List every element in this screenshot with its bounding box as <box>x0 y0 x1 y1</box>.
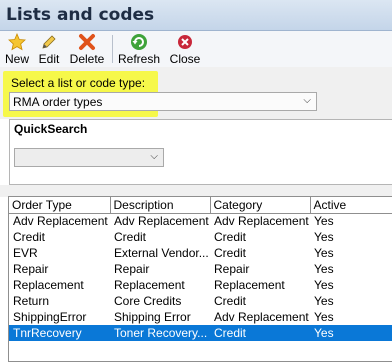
type-select-label: Select a list or code type: <box>11 76 146 90</box>
chevron-down-icon: ⌵ <box>150 151 158 162</box>
table-row[interactable]: TnrRecovery Toner Recovery... Credit Yes <box>9 325 392 341</box>
table-row[interactable]: EVR External Vendor... Credit Yes <box>9 245 392 261</box>
column-header-category[interactable]: Category <box>210 197 311 214</box>
codes-grid[interactable]: Order Type Description Category Active A… <box>8 196 392 362</box>
cell-category: Adv Replacement <box>214 310 309 324</box>
codes-table: Order Type Description Category Active A… <box>9 197 392 341</box>
cell-category: Credit <box>214 246 247 260</box>
cell-category: Repair <box>214 262 250 276</box>
cell-category: Credit <box>214 294 247 308</box>
edit-label: Edit <box>38 52 60 66</box>
close-button[interactable]: Close <box>168 33 202 66</box>
toolbar-separator <box>112 35 113 63</box>
cell-category: Credit <box>214 230 247 244</box>
table-row[interactable]: Adv Replacement Adv Replacement Adv Replac… <box>9 213 392 229</box>
cell-description: Adv Replacement <box>114 214 209 229</box>
star-icon <box>2 33 32 51</box>
refresh-button[interactable]: Refresh <box>118 33 161 66</box>
refresh-label: Refresh <box>118 52 161 66</box>
cell-active: Yes <box>314 294 334 308</box>
table-row[interactable]: Replacement Replacement Replacement Yes <box>9 277 392 293</box>
cell-order-type: ShippingError <box>13 310 87 324</box>
cell-category: Replacement <box>214 278 285 292</box>
cell-active: Yes <box>314 278 334 292</box>
list-type-dropdown[interactable]: RMA order types ⌵ <box>9 92 317 111</box>
cell-order-type: Replacement <box>13 278 84 292</box>
refresh-icon <box>118 33 160 51</box>
table-row[interactable]: Credit Credit Credit Yes <box>9 229 392 245</box>
table-row[interactable]: Return Core Credits Credit Yes <box>9 293 392 309</box>
cell-description: External Vendor... <box>114 246 209 260</box>
pencil-icon <box>36 33 62 51</box>
cell-category: Adv Replacement <box>214 214 309 229</box>
cell-order-type: Repair <box>13 262 49 276</box>
cell-description: Shipping Error <box>114 310 191 324</box>
list-type-value: RMA order types <box>13 95 103 109</box>
title-bar: Lists and codes <box>0 0 392 31</box>
delete-label: Delete <box>69 52 105 66</box>
table-row[interactable]: ShippingError Shipping Error Adv Replaceme… <box>9 309 392 325</box>
delete-x-icon <box>68 33 106 51</box>
cell-order-type: Return <box>13 294 50 308</box>
table-row[interactable]: Repair Repair Repair Yes <box>9 261 392 277</box>
cell-active: Yes <box>314 246 334 260</box>
cell-description: Credit <box>114 230 147 244</box>
toolbar: New Edit Delete Refresh Close <box>0 31 392 67</box>
cell-order-type: Adv Replacement <box>13 214 108 229</box>
cell-description: Repair <box>114 262 150 276</box>
column-header-order-type[interactable]: Order Type <box>9 197 111 214</box>
cell-active: Yes <box>314 310 334 324</box>
cell-active: Yes <box>310 325 392 341</box>
edit-button[interactable]: Edit <box>36 33 62 66</box>
column-header-active[interactable]: Active <box>310 197 392 214</box>
quicksearch-label: QuickSearch <box>14 122 88 136</box>
delete-button[interactable]: Delete <box>68 33 106 66</box>
close-icon <box>168 33 202 51</box>
cell-description: Replacement <box>114 278 185 292</box>
cell-order-type: EVR <box>13 246 38 260</box>
cell-active: Yes <box>314 230 334 244</box>
cell-order-type: Credit <box>13 230 46 244</box>
cell-active: Yes <box>314 214 334 229</box>
table-header-row: Order Type Description Category Active <box>9 197 392 214</box>
cell-order-type: TnrRecovery <box>9 325 110 341</box>
window-title: Lists and codes <box>6 5 155 25</box>
column-header-description[interactable]: Description <box>110 197 211 214</box>
cell-active: Yes <box>314 262 334 276</box>
cell-category: Credit <box>210 325 310 341</box>
cell-description: Core Credits <box>114 294 182 308</box>
new-label: New <box>4 52 29 66</box>
new-button[interactable]: New <box>2 33 32 66</box>
cell-description: Toner Recovery... <box>110 325 210 341</box>
chevron-down-icon: ⌵ <box>303 95 311 106</box>
close-label: Close <box>169 52 201 66</box>
quicksearch-dropdown[interactable]: ⌵ <box>14 148 164 167</box>
